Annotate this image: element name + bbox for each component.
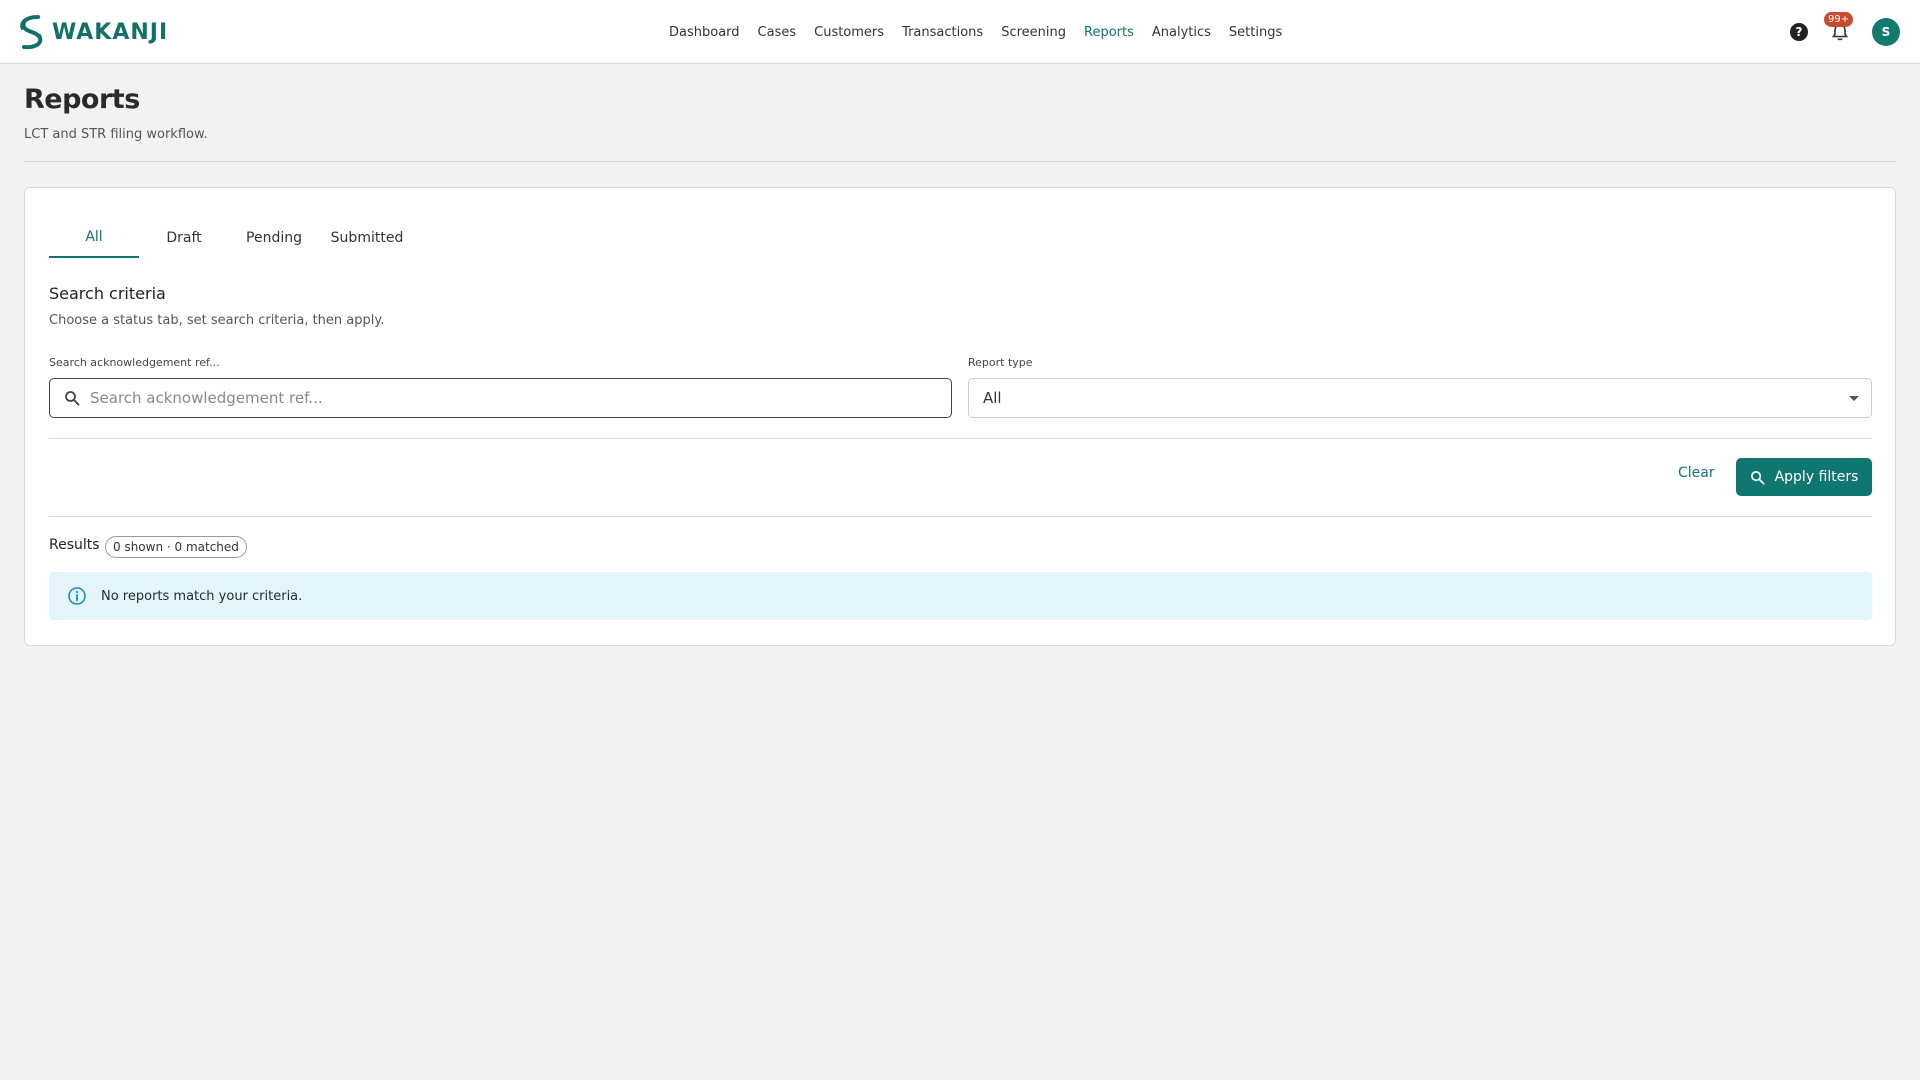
search-icon [65,391,80,406]
search-icon [1750,470,1765,484]
tab-draft[interactable]: Draft [139,218,229,258]
clear-button[interactable]: Clear [1678,465,1715,487]
help-icon[interactable]: ? [1790,23,1808,41]
chevron-down-icon [1849,396,1859,401]
status-tabs: All Draft Pending Submitted [49,218,415,258]
search-field[interactable] [49,378,952,418]
info-icon [68,587,86,605]
notification-badge: 99+ [1824,12,1854,27]
page-title: Reports [24,84,140,115]
top-navigation-bar: WAKANJI Dashboard Cases Customers Transa… [0,0,1920,64]
notifications-button[interactable]: 99+ [1824,12,1854,42]
nav-item-screening[interactable]: Screening [1001,25,1066,40]
nav-item-transactions[interactable]: Transactions [902,25,983,40]
nav-item-analytics[interactable]: Analytics [1152,25,1211,40]
nav-item-customers[interactable]: Customers [814,25,884,40]
reports-filter-card: All Draft Pending Submitted Search crite… [24,187,1896,646]
tab-pending[interactable]: Pending [229,218,319,258]
results-label: Results [49,537,100,553]
report-type-value: All [983,389,1002,407]
results-count-badge: 0 shown · 0 matched [105,536,247,558]
page-divider [24,161,1896,162]
actions-divider [49,516,1872,517]
nav-item-dashboard[interactable]: Dashboard [669,25,740,40]
nav-item-reports[interactable]: Reports [1084,25,1134,40]
search-input[interactable] [90,389,910,407]
criteria-divider [49,438,1872,439]
empty-results-alert: No reports match your criteria. [49,572,1872,620]
search-field-label: Search acknowledgement ref... [49,356,220,369]
brand-logo[interactable]: WAKANJI [16,14,168,50]
apply-filters-label: Apply filters [1774,469,1859,485]
brand-name: WAKANJI [52,19,169,45]
logo-mark-icon [20,15,43,50]
main-nav: Dashboard Cases Customers Transactions S… [669,0,1282,64]
tab-all[interactable]: All [49,218,139,258]
apply-filters-button[interactable]: Apply filters [1736,458,1872,496]
tab-submitted[interactable]: Submitted [319,218,415,258]
search-criteria-title: Search criteria [49,284,166,303]
nav-item-settings[interactable]: Settings [1229,25,1282,40]
search-criteria-description: Choose a status tab, set search criteria… [49,313,385,328]
avatar[interactable]: S [1872,18,1900,46]
header-actions: ? 99+ S [1790,12,1900,48]
page-subtitle: LCT and STR filing workflow. [24,127,208,142]
report-type-label: Report type [968,356,1033,369]
report-type-select[interactable]: All [968,378,1872,418]
empty-results-message: No reports match your criteria. [101,588,303,604]
nav-item-cases[interactable]: Cases [758,25,797,40]
